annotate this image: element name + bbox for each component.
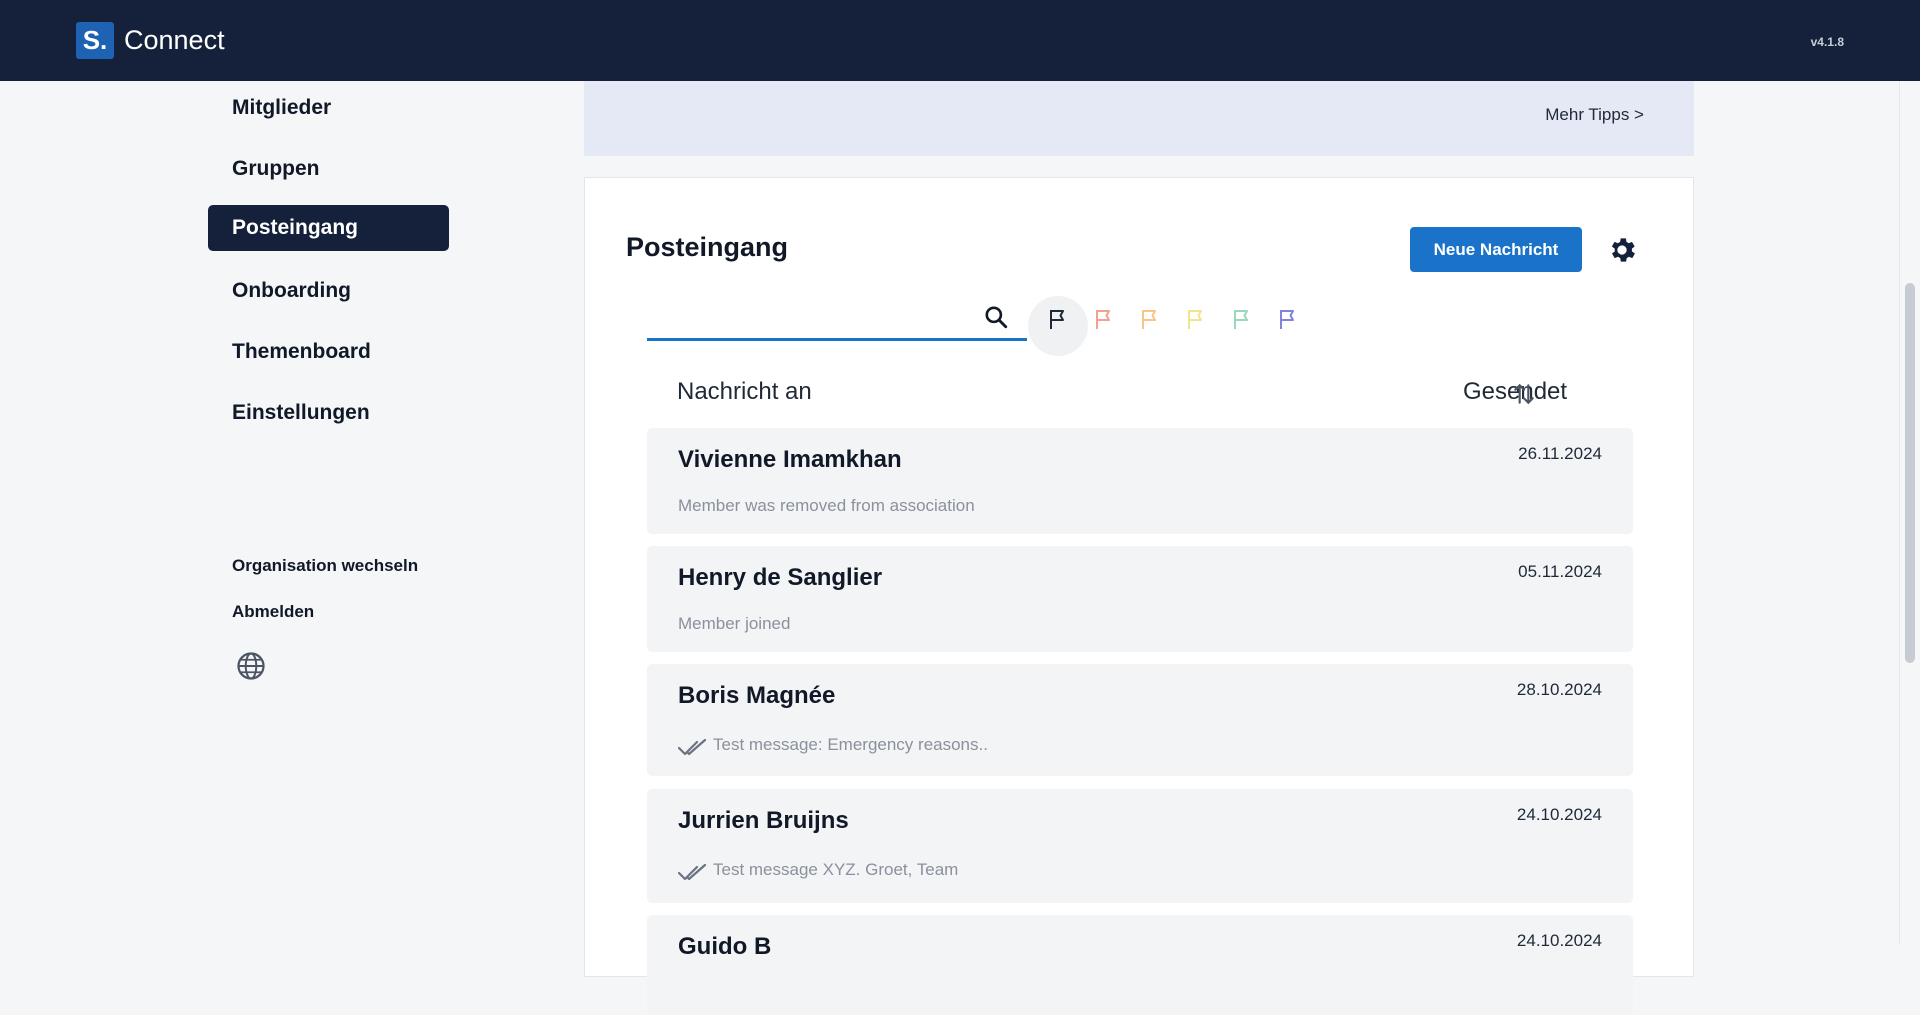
sort-icon[interactable]	[1511, 381, 1537, 407]
sidebar-item-themenboard[interactable]: Themenboard	[208, 329, 449, 375]
search-icon[interactable]	[983, 304, 1009, 330]
message-preview: Member was removed from association	[678, 496, 975, 515]
gear-icon[interactable]	[1606, 234, 1638, 266]
app-name[interactable]: Connect	[124, 22, 225, 59]
logo-mark[interactable]: S.	[76, 22, 114, 59]
flag-green-icon[interactable]	[1230, 307, 1254, 331]
search-field[interactable]	[647, 290, 1027, 341]
message-date: 26.11.2024	[1518, 444, 1602, 463]
column-header-recipient: Nachricht an	[677, 378, 812, 405]
flag-orange-icon[interactable]	[1138, 307, 1162, 331]
message-recipient: Jurrien Bruijns	[678, 807, 849, 834]
sidebar-item-einstellungen[interactable]: Einstellungen	[208, 390, 449, 436]
switch-organisation-link[interactable]: Organisation wechseln	[232, 556, 418, 576]
inbox-panel: Posteingang Neue Nachricht Nachricht an …	[584, 177, 1694, 1015]
message-row[interactable]: Boris Magnée 28.10.2024 Test message: Em…	[647, 664, 1633, 776]
message-recipient: Vivienne Imamkhan	[678, 446, 902, 473]
flag-all-icon[interactable]	[1046, 307, 1070, 331]
page-scrollbar[interactable]	[1899, 81, 1920, 944]
message-preview: Member joined	[678, 614, 791, 633]
message-row[interactable]: Henry de Sanglier 05.11.2024 Member join…	[647, 546, 1633, 652]
scrollbar-thumb[interactable]	[1905, 283, 1915, 663]
sidebar-item-gruppen[interactable]: Gruppen	[208, 146, 449, 192]
double-check-icon	[678, 863, 707, 881]
message-preview: Test message XYZ. Groet, Team	[713, 860, 959, 879]
message-row[interactable]: Jurrien Bruijns 24.10.2024 Test message …	[647, 789, 1633, 903]
message-date: 28.10.2024	[1516, 680, 1602, 699]
message-date: 24.10.2024	[1516, 805, 1602, 824]
message-recipient: Henry de Sanglier	[678, 564, 883, 591]
flag-red-icon[interactable]	[1092, 307, 1116, 331]
globe-icon[interactable]	[236, 651, 266, 681]
sidebar-item-onboarding[interactable]: Onboarding	[208, 268, 449, 314]
more-tips-link[interactable]: Mehr Tipps >	[1545, 105, 1644, 125]
top-bar: S. Connect v4.1.8	[0, 0, 1920, 81]
message-recipient: Boris Magnée	[678, 682, 836, 709]
tips-banner: Mehr Tipps >	[584, 81, 1694, 156]
new-message-button[interactable]: Neue Nachricht	[1410, 227, 1582, 272]
version-label: v4.1.8	[1810, 35, 1844, 49]
page-title: Posteingang	[626, 232, 789, 262]
message-date: 24.10.2024	[1516, 931, 1602, 950]
message-date: 05.11.2024	[1518, 562, 1602, 581]
sidebar-item-mitglieder[interactable]: Mitglieder	[208, 85, 449, 131]
logout-link[interactable]: Abmelden	[232, 602, 314, 622]
flag-blue-icon[interactable]	[1276, 307, 1300, 331]
message-recipient: Guido B	[678, 933, 772, 960]
flag-yellow-icon[interactable]	[1184, 307, 1208, 331]
double-check-icon	[678, 738, 707, 756]
sidebar: Mitglieder Gruppen Posteingang Onboardin…	[0, 81, 560, 944]
message-row[interactable]: Vivienne Imamkhan 26.11.2024 Member was …	[647, 428, 1633, 534]
sidebar-item-posteingang[interactable]: Posteingang	[208, 205, 449, 251]
message-preview: Test message: Emergency reasons..	[713, 735, 988, 754]
message-row[interactable]: Guido B 24.10.2024	[647, 915, 1633, 1015]
